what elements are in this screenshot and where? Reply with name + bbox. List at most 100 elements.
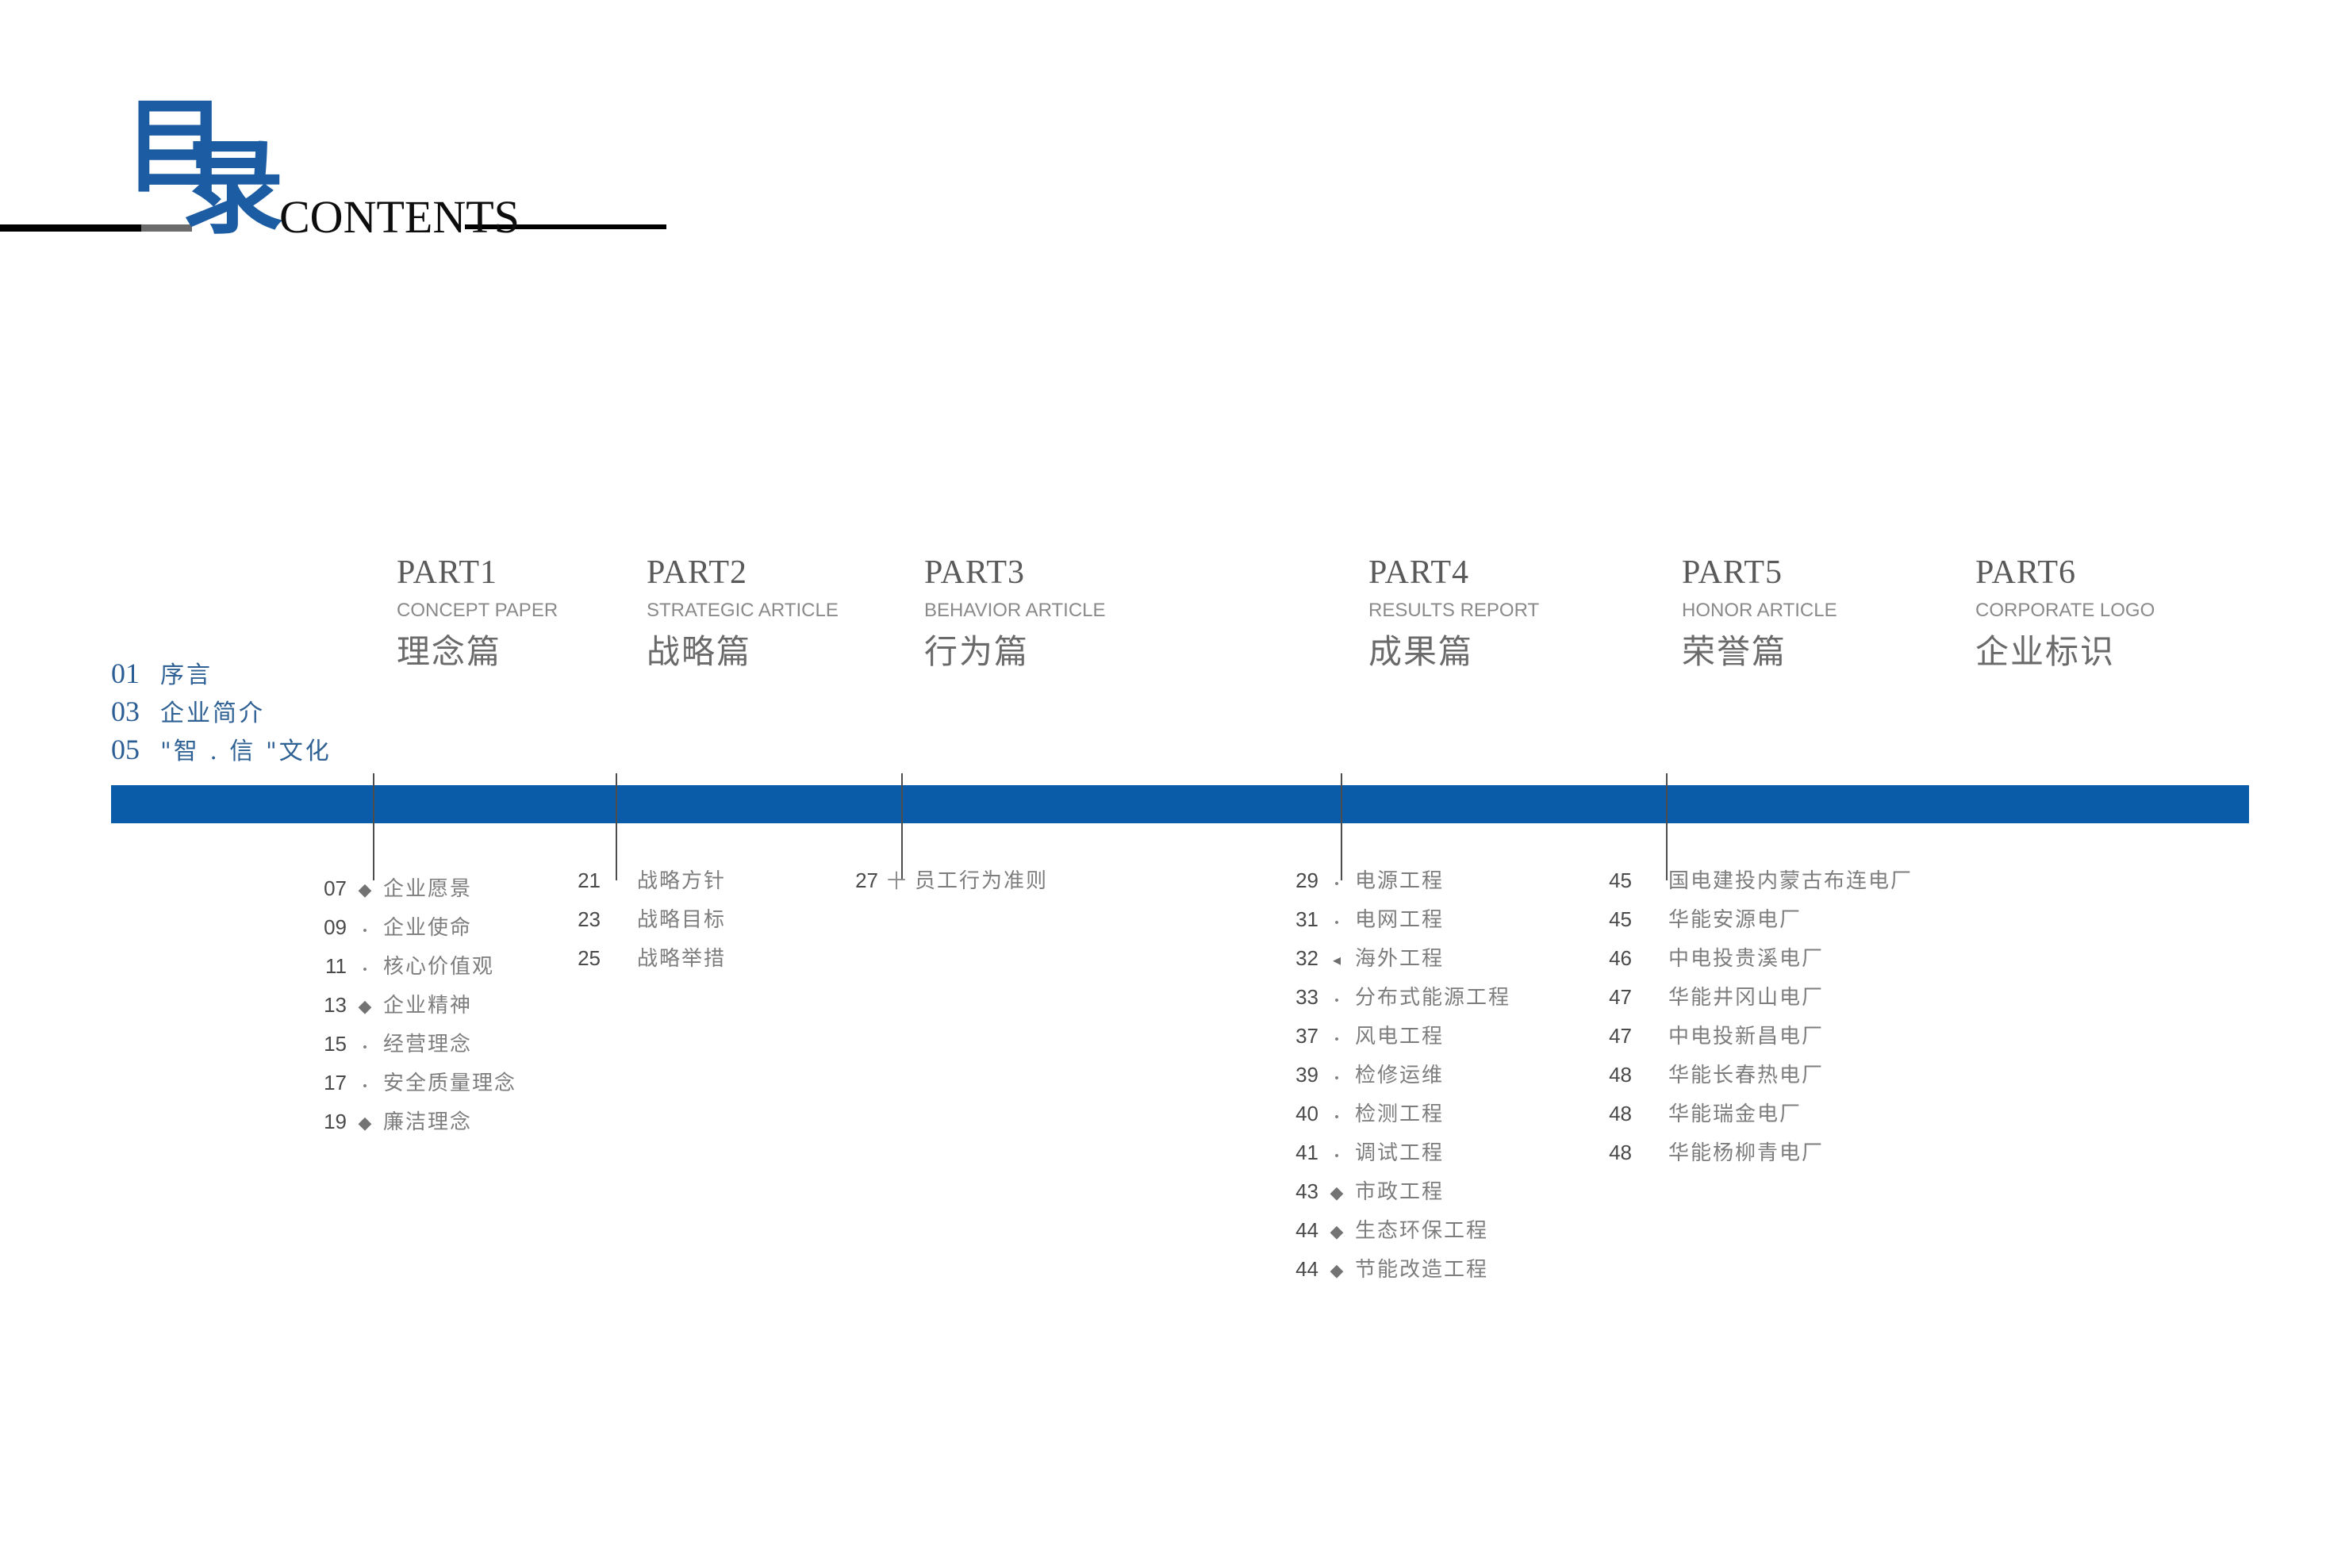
part-item-row[interactable]: 31 • 电网工程 [1277, 903, 1510, 942]
part-item-label: 节能改造工程 [1355, 1258, 1489, 1282]
part-item-row[interactable]: 46 中电投贵溪电厂 [1591, 942, 1913, 981]
part-number-label: PART4 [1368, 554, 1469, 591]
part-item-page: 39 [1295, 1063, 1318, 1087]
part-item-page: 48 [1609, 1102, 1632, 1125]
part-english-label: RESULTS REPORT [1368, 600, 1540, 622]
part-item-page: 11 [325, 954, 347, 978]
part-item-page: 13 [324, 993, 347, 1017]
intro-item-page: 01 [111, 657, 140, 689]
part-header-6[interactable]: PART6 CORPORATE LOGO 企业标识 [1975, 555, 2155, 671]
part-item-row[interactable]: 23 战略目标 [559, 903, 726, 942]
bullet-none-icon [1632, 1068, 1668, 1085]
page-title-cn-char2: 录 [181, 127, 284, 248]
page-title-en: CONTENTS [279, 191, 520, 243]
part-item-page: 33 [1295, 985, 1318, 1009]
part-item-row[interactable]: 40 • 检测工程 [1277, 1098, 1510, 1137]
part-item-label: 廉洁理念 [383, 1110, 473, 1134]
bullet-diamond-icon: ◆ [1330, 1183, 1344, 1202]
part-chinese-label: 荣誉篇 [1682, 632, 1787, 672]
part-item-page: 48 [1609, 1063, 1632, 1087]
bullet-none-icon [1632, 1106, 1668, 1124]
bullet-none-icon [1632, 990, 1668, 1007]
part-chinese-label: 成果篇 [1368, 632, 1474, 672]
part-item-label: 华能杨柳青电厂 [1668, 1141, 1825, 1165]
intro-item-label: 序言 [160, 661, 213, 689]
part-item-label: 华能长春热电厂 [1668, 1064, 1825, 1087]
part-header-3[interactable]: PART3 BEHAVIOR ARTICLE 行为篇 [924, 555, 1106, 671]
part-item-label: 调试工程 [1355, 1141, 1445, 1165]
page-title-cn: 目 录 [119, 95, 325, 270]
part-item-row[interactable]: 17 • 安全质量理念 [305, 1067, 516, 1106]
part-item-page: 29 [1295, 868, 1318, 892]
part-item-row[interactable]: 45 国电建投内蒙古布连电厂 [1591, 865, 1913, 903]
part-item-label: 中电投新昌电厂 [1668, 1025, 1825, 1049]
part-item-row[interactable]: 19 ◆ 廉洁理念 [305, 1106, 516, 1144]
intro-item[interactable]: 03 企业简介 [111, 693, 332, 731]
part-item-row[interactable]: 44 ◆ 生态环保工程 [1277, 1214, 1510, 1253]
part-item-page: 47 [1609, 985, 1632, 1009]
part-item-row[interactable]: 21 战略方针 [559, 865, 726, 903]
intro-item-page: 03 [111, 696, 140, 727]
part-header-4[interactable]: PART4 RESULTS REPORT 成果篇 [1368, 555, 1539, 671]
part-item-row[interactable]: 44 ◆ 节能改造工程 [1277, 1253, 1510, 1292]
part-item-label: 安全质量理念 [383, 1072, 517, 1095]
part-item-page: 44 [1295, 1257, 1318, 1281]
part-item-row[interactable]: 29 • 电源工程 [1277, 865, 1510, 903]
intro-item-label: "智 . 信 "文化 [160, 738, 332, 765]
part-item-label: 战略举措 [637, 947, 727, 971]
part-item-row[interactable]: 32 ◂ 海外工程 [1277, 942, 1510, 981]
part-item-page: 15 [324, 1032, 347, 1056]
part-item-column-5: 45 国电建投内蒙古布连电厂 45 华能安源电厂 46 中电投贵溪电厂 47 华能井冈… [1591, 865, 1913, 1175]
part-header-5[interactable]: PART5 HONOR ARTICLE 荣誉篇 [1682, 555, 1837, 671]
part-item-row[interactable]: 45 华能安源电厂 [1591, 903, 1913, 942]
part-header-1[interactable]: PART1 CONCEPT PAPER 理念篇 [397, 555, 558, 671]
part-english-label: CORPORATE LOGO [1975, 600, 2155, 622]
part-header-2[interactable]: PART2 STRATEGIC ARTICLE 战略篇 [647, 555, 839, 671]
intro-item[interactable]: 01 序言 [111, 655, 332, 693]
part-item-label: 国电建投内蒙古布连电厂 [1668, 869, 1913, 893]
part-item-row[interactable]: 47 中电投新昌电厂 [1591, 1020, 1913, 1059]
bullet-dot-icon: • [1334, 877, 1339, 891]
part-item-row[interactable]: 48 华能长春热电厂 [1591, 1059, 1913, 1098]
part-item-row[interactable]: 47 华能井冈山电厂 [1591, 981, 1913, 1020]
part-item-row[interactable]: 25 战略举措 [559, 942, 726, 981]
part-item-row[interactable]: 41 • 调试工程 [1277, 1137, 1510, 1175]
bullet-dot-icon: • [363, 1041, 367, 1054]
part-item-page: 23 [578, 907, 601, 931]
part-item-row[interactable]: 27 十员工行为准则 [837, 865, 1048, 903]
part-item-row[interactable]: 15 • 经营理念 [305, 1028, 516, 1067]
part-item-label: 核心价值观 [383, 955, 495, 979]
part-item-row[interactable]: 39 • 检修运维 [1277, 1059, 1510, 1098]
part-item-label: 电源工程 [1355, 869, 1445, 893]
part-item-column-2: 21 战略方针 23 战略目标 25 战略举措 [559, 865, 726, 981]
part-item-column-1: 07 ◆ 企业愿景 09 • 企业使命 11 • 核心价值观 13 ◆ 企业精神 15 • 经营理念 17 • 安… [305, 872, 516, 1144]
bullet-none-icon [1632, 873, 1668, 891]
part-english-label: CONCEPT PAPER [397, 600, 558, 622]
part-number-label: PART6 [1975, 554, 2076, 591]
part-chinese-label: 企业标识 [1975, 632, 2116, 672]
part-item-page: 32 [1295, 946, 1318, 970]
part-item-label: 风电工程 [1355, 1025, 1445, 1049]
part-item-label: 电网工程 [1355, 908, 1445, 932]
part-item-page: 31 [1295, 907, 1318, 931]
intro-item-label: 企业简介 [160, 700, 265, 727]
intro-item[interactable]: 05 "智 . 信 "文化 [111, 731, 332, 769]
part-item-row[interactable]: 37 • 风电工程 [1277, 1020, 1510, 1059]
part-item-page: 45 [1609, 868, 1632, 892]
bullet-dot-icon: • [1334, 1072, 1339, 1085]
part-item-row[interactable]: 33 • 分布式能源工程 [1277, 981, 1510, 1020]
part-item-row[interactable]: 13 ◆ 企业精神 [305, 989, 516, 1028]
part-item-row[interactable]: 11 • 核心价值观 [305, 950, 516, 989]
bullet-none-icon [601, 912, 637, 930]
part-chinese-label: 理念篇 [397, 632, 502, 672]
intro-item-page: 05 [111, 734, 140, 765]
part-item-page: 19 [324, 1110, 347, 1133]
part-item-label: 企业精神 [383, 994, 473, 1018]
part-item-row[interactable]: 48 华能杨柳青电厂 [1591, 1137, 1913, 1175]
part-item-row[interactable]: 09 • 企业使命 [305, 911, 516, 950]
part-item-row[interactable]: 07 ◆ 企业愿景 [305, 872, 516, 911]
bullet-none-icon [1632, 912, 1668, 930]
part-item-page: 45 [1609, 907, 1632, 931]
part-item-row[interactable]: 48 华能瑞金电厂 [1591, 1098, 1913, 1137]
part-item-row[interactable]: 43 ◆ 市政工程 [1277, 1175, 1510, 1214]
